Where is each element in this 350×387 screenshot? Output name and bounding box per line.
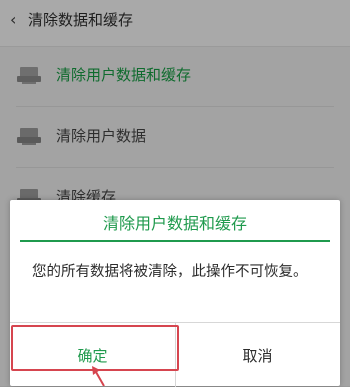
data-device-icon [17,128,41,145]
dialog-title: 清除用户数据和缓存 [102,214,247,233]
confirm-dialog: 清除用户数据和缓存 您的所有数据将被清除，此操作不可恢复。 确定 取消 [10,200,340,387]
list-item-label: 清除用户数据 [56,127,147,145]
cancel-button[interactable]: 取消 [175,323,340,387]
page-title: 清除数据和缓存 [28,11,134,29]
dialog-title-divider [20,240,330,242]
data-device-icon [17,67,41,84]
dialog-message: 您的所有数据将被清除，此操作不可恢复。 [32,264,308,280]
dialog-actions: 确定 取消 [10,322,340,387]
red-arrow-icon [92,366,105,386]
back-chevron-icon[interactable]: ‹ [10,10,16,29]
cancel-button-label: 取消 [242,346,273,365]
app-bar: ‹ 清除数据和缓存 [0,0,350,47]
list-item-clear-user-data[interactable]: 清除用户数据 [0,107,350,167]
list-item-label: 清除用户数据和缓存 [56,66,192,84]
list-item-clear-user-data-and-cache[interactable]: 清除用户数据和缓存 [0,46,350,106]
